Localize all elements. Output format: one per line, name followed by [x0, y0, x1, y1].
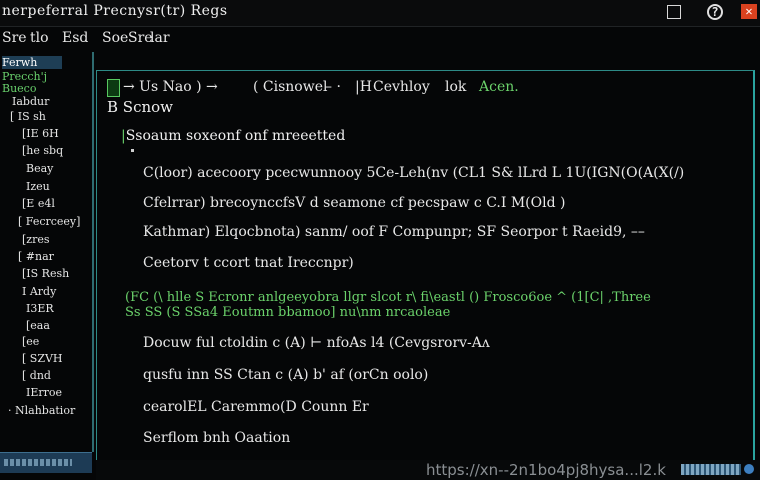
cursor-icon [107, 79, 120, 97]
status-indicator [681, 464, 741, 475]
status-bar: https://xn--2n1bo4pj8hysa...l2.k [96, 460, 760, 480]
sidebar-scrollbar[interactable] [0, 452, 92, 473]
sidebar-item-i3er[interactable]: I3ER [26, 302, 54, 315]
sidebar-item-he-sbq[interactable]: [he sbq [22, 144, 63, 157]
minimize-icon[interactable] [667, 5, 681, 19]
sidebar-item-iabdur[interactable]: Iabdur [12, 95, 49, 108]
sidebar-item-fecrceey[interactable]: [ Fecrceey] [18, 215, 80, 228]
path-segment-2[interactable]: ( Cisnowel [253, 79, 327, 95]
sidebar-item-ie-6h[interactable]: [IE 6H [22, 127, 59, 140]
output-line-3: Kathmar) Elqocbnota) sanm/ oof F Compunp… [143, 224, 645, 240]
path-segment-3: – · [325, 79, 341, 95]
menu-bar: Sre tlo Esd Soe Sre lar [0, 28, 760, 50]
section-title-text: Ssoaum soxeonf onf mreeetted [125, 128, 346, 144]
path-segment-5[interactable]: Cevhloy [373, 79, 430, 95]
sidebar-item-nar[interactable]: [ #nar [18, 250, 54, 263]
sidebar-item-bueco[interactable]: Bueco [2, 82, 36, 95]
output-line-6: qusfu inn SS Ctan c (A) b' af (orCn oolo… [143, 367, 429, 383]
sidebar-item-is-resh[interactable]: [IS Resh [22, 267, 69, 280]
output-line-4: Ceetorv t ccort tnat Ireccnpr) [143, 255, 354, 271]
sidebar-item-is-sh[interactable]: [ IS sh [10, 110, 46, 123]
help-icon[interactable]: ? [707, 4, 723, 20]
green-output-line-2: Ss SS (S SSa4 Eoutmn bbamoo] nu\nm nrcao… [125, 305, 451, 320]
path-segment-4[interactable]: |H [355, 79, 372, 95]
window-title: nerpeferral Precnysr(tr) Regs [2, 3, 228, 19]
output-line-5: Docuw ful ctoldin c (A) ⊢ nfoAs l4 (Cevg… [143, 335, 490, 351]
prompt-line: B Scnow [107, 98, 173, 116]
menu-item-esd[interactable]: Esd [62, 30, 88, 46]
sidebar-item-e-e4l[interactable]: [E e4l [22, 197, 55, 210]
section-title: |Ssoaum soxeonf onf mreeetted [121, 128, 345, 144]
sidebar-tree: Ferwh Precch'j Bueco Iabdur [ IS sh [IE … [0, 52, 94, 452]
sidebar-item-eaa[interactable]: [eaa [26, 319, 50, 332]
sidebar-item-ardy[interactable]: I Ardy [22, 285, 56, 298]
title-bar: nerpeferral Precnysr(tr) Regs ? ✕ [0, 0, 760, 27]
output-line-8: Serflom bnh Oaation [143, 430, 291, 446]
sidebar-item-beay[interactable]: Beay [26, 162, 53, 175]
menu-item-soe[interactable]: Soe [102, 30, 128, 46]
globe-icon [744, 464, 754, 474]
menu-item-sre-2[interactable]: Sre [128, 30, 153, 46]
path-segment-1[interactable]: → Us Nao ) → [123, 79, 218, 95]
path-segment-7[interactable]: Acen. [479, 79, 519, 95]
scrollbar-thumb[interactable] [4, 459, 72, 466]
sidebar-item-ferwh[interactable]: Ferwh [2, 56, 62, 69]
sidebar-item-zres[interactable]: [zres [22, 233, 50, 246]
terminal-panel[interactable]: → Us Nao ) → ( Cisnowel – · |H Cevhloy l… [96, 70, 755, 462]
sidebar-item-szvh[interactable]: [ SZVH [22, 352, 63, 365]
sidebar-item-ierroe[interactable]: IErroe [26, 386, 62, 399]
path-segment-6[interactable]: lok [445, 79, 466, 95]
path-bar: → Us Nao ) → ( Cisnowel – · |H Cevhloy l… [107, 77, 707, 99]
menu-item-tlo[interactable]: tlo [30, 30, 49, 46]
sidebar-item-nlahbatior[interactable]: · Nlahbatior [8, 404, 75, 417]
sidebar-item-izeu[interactable]: Izeu [26, 180, 50, 193]
output-line-7: cearolEL Caremmo(D Counn Er [143, 399, 369, 415]
green-output-line-1: (FC (\ hlle S Ecronr anlgeeyobra llgr sl… [125, 290, 651, 305]
menu-item-sre[interactable]: Sre [2, 30, 27, 46]
bullet-dot [131, 149, 134, 152]
output-line-2: Cfelrrar) brecoynccfsV d seamone cf pecs… [143, 195, 566, 211]
sidebar-item-dnd[interactable]: [ dnd [22, 369, 51, 382]
output-line-1: C(loor) acecoory pcecwunnooy 5Ce-Leh(nv … [143, 165, 685, 181]
sidebar-item-ee[interactable]: [ee [22, 335, 39, 348]
status-url[interactable]: https://xn--2n1bo4pj8hysa...l2.k [426, 461, 666, 479]
close-icon[interactable]: ✕ [741, 4, 757, 19]
menu-item-lar[interactable]: lar [150, 30, 170, 46]
